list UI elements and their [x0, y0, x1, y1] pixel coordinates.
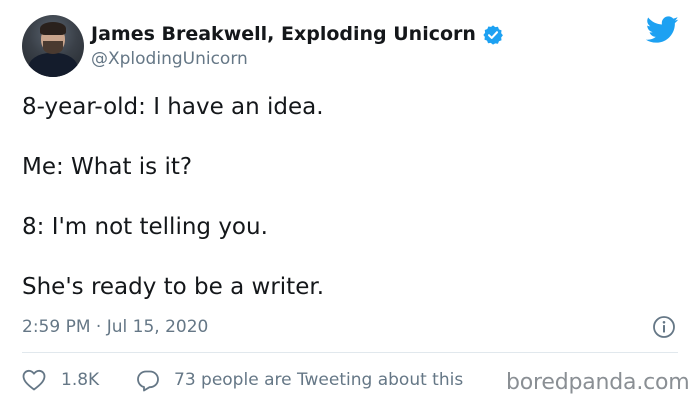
divider	[22, 352, 678, 353]
avatar[interactable]	[22, 15, 84, 77]
tweet-timestamp[interactable]: 2:59 PM · Jul 15, 2020	[22, 317, 208, 337]
tweet-line: Me: What is it?	[22, 154, 193, 180]
reply-bubble-icon[interactable]	[136, 368, 160, 392]
tweet-text: 8-year-old: I have an idea. Me: What is …	[22, 92, 682, 302]
like-count[interactable]: 1.8K	[61, 370, 99, 390]
heart-icon[interactable]	[22, 369, 46, 391]
tweet-line: 8: I'm not telling you.	[22, 214, 268, 240]
avatar-shoulders	[28, 53, 78, 77]
tweet-line: 8-year-old: I have an idea.	[22, 94, 324, 120]
author-handle[interactable]: @XplodingUnicorn	[91, 49, 248, 69]
author-name[interactable]: James Breakwell, Exploding Unicorn	[91, 23, 476, 45]
tweet-line: She's ready to be a writer.	[22, 274, 325, 300]
avatar-hair	[40, 22, 66, 35]
info-icon[interactable]	[652, 315, 676, 339]
verified-badge-icon	[483, 25, 503, 45]
twitter-bird-icon[interactable]	[646, 16, 679, 44]
tweeting-about-link[interactable]: 73 people are Tweeting about this	[174, 370, 463, 390]
avatar-beard	[43, 41, 63, 54]
watermark: boredpanda.com	[506, 370, 690, 395]
